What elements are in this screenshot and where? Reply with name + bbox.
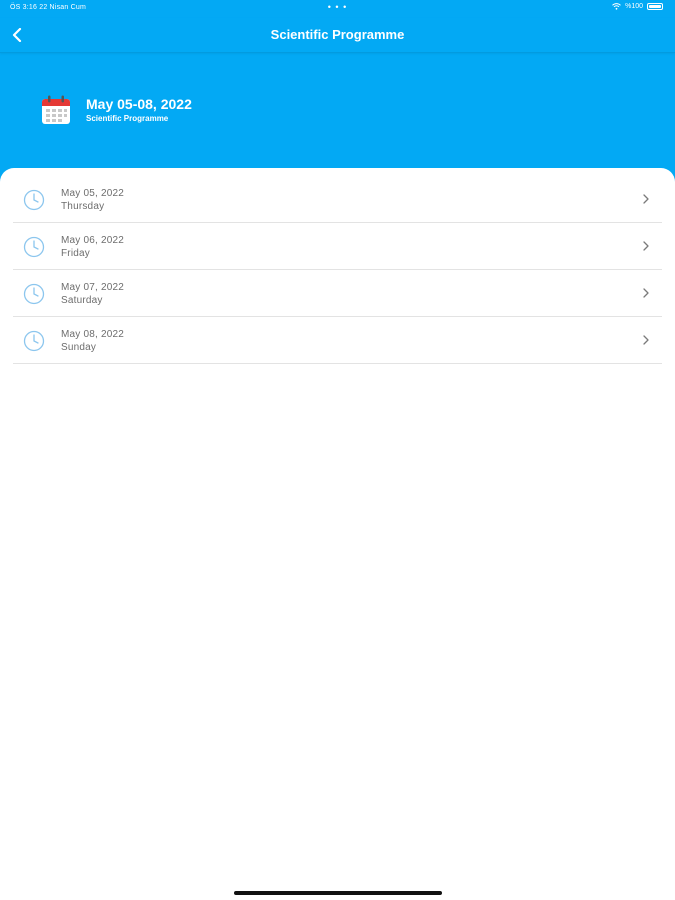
clock-icon [23, 330, 45, 352]
day-weekday: Sunday [61, 342, 97, 353]
status-time-date: ÖS 3:16 22 Nisan Cum [10, 4, 86, 11]
clock-icon [23, 236, 45, 258]
header-background: ÖS 3:16 22 Nisan Cum • • • %100 Scientif… [0, 0, 675, 190]
status-bar: ÖS 3:16 22 Nisan Cum • • • %100 [0, 0, 675, 18]
day-row-3[interactable]: May 07, 2022 Saturday [13, 270, 662, 317]
day-date: May 05, 2022 [61, 188, 124, 199]
chevron-right-icon [643, 241, 649, 251]
page-title: Scientific Programme [270, 27, 405, 42]
day-date: May 06, 2022 [61, 235, 124, 246]
event-subtitle: Scientific Programme [86, 114, 169, 123]
event-info: May 05-08, 2022 Scientific Programme [86, 96, 192, 124]
day-weekday: Thursday [61, 201, 105, 212]
chevron-right-icon [643, 194, 649, 204]
chevron-right-icon [643, 335, 649, 345]
day-date: May 07, 2022 [61, 282, 124, 293]
day-row-2[interactable]: May 06, 2022 Friday [13, 223, 662, 270]
wifi-icon [612, 3, 621, 10]
clock-icon [23, 283, 45, 305]
day-weekday: Friday [61, 248, 90, 259]
clock-icon [23, 189, 45, 211]
battery-icon [647, 3, 663, 10]
day-row-1[interactable]: May 05, 2022 Thursday [13, 176, 662, 223]
status-right: %100 [612, 3, 663, 10]
day-list-panel: May 05, 2022 Thursday May 06, 2022 Frida… [0, 168, 675, 900]
day-date: May 08, 2022 [61, 329, 124, 340]
day-list: May 05, 2022 Thursday May 06, 2022 Frida… [13, 176, 662, 364]
multitasking-dots[interactable]: • • • [328, 2, 347, 12]
calendar-icon [42, 95, 70, 124]
day-weekday: Saturday [61, 295, 103, 306]
event-date-range: May 05-08, 2022 [86, 96, 192, 112]
day-row-4[interactable]: May 08, 2022 Sunday [13, 317, 662, 364]
battery-percent: %100 [625, 3, 643, 10]
home-indicator[interactable] [234, 891, 442, 895]
navigation-bar: Scientific Programme [0, 18, 675, 53]
event-header: May 05-08, 2022 Scientific Programme [40, 94, 192, 126]
chevron-right-icon [643, 288, 649, 298]
